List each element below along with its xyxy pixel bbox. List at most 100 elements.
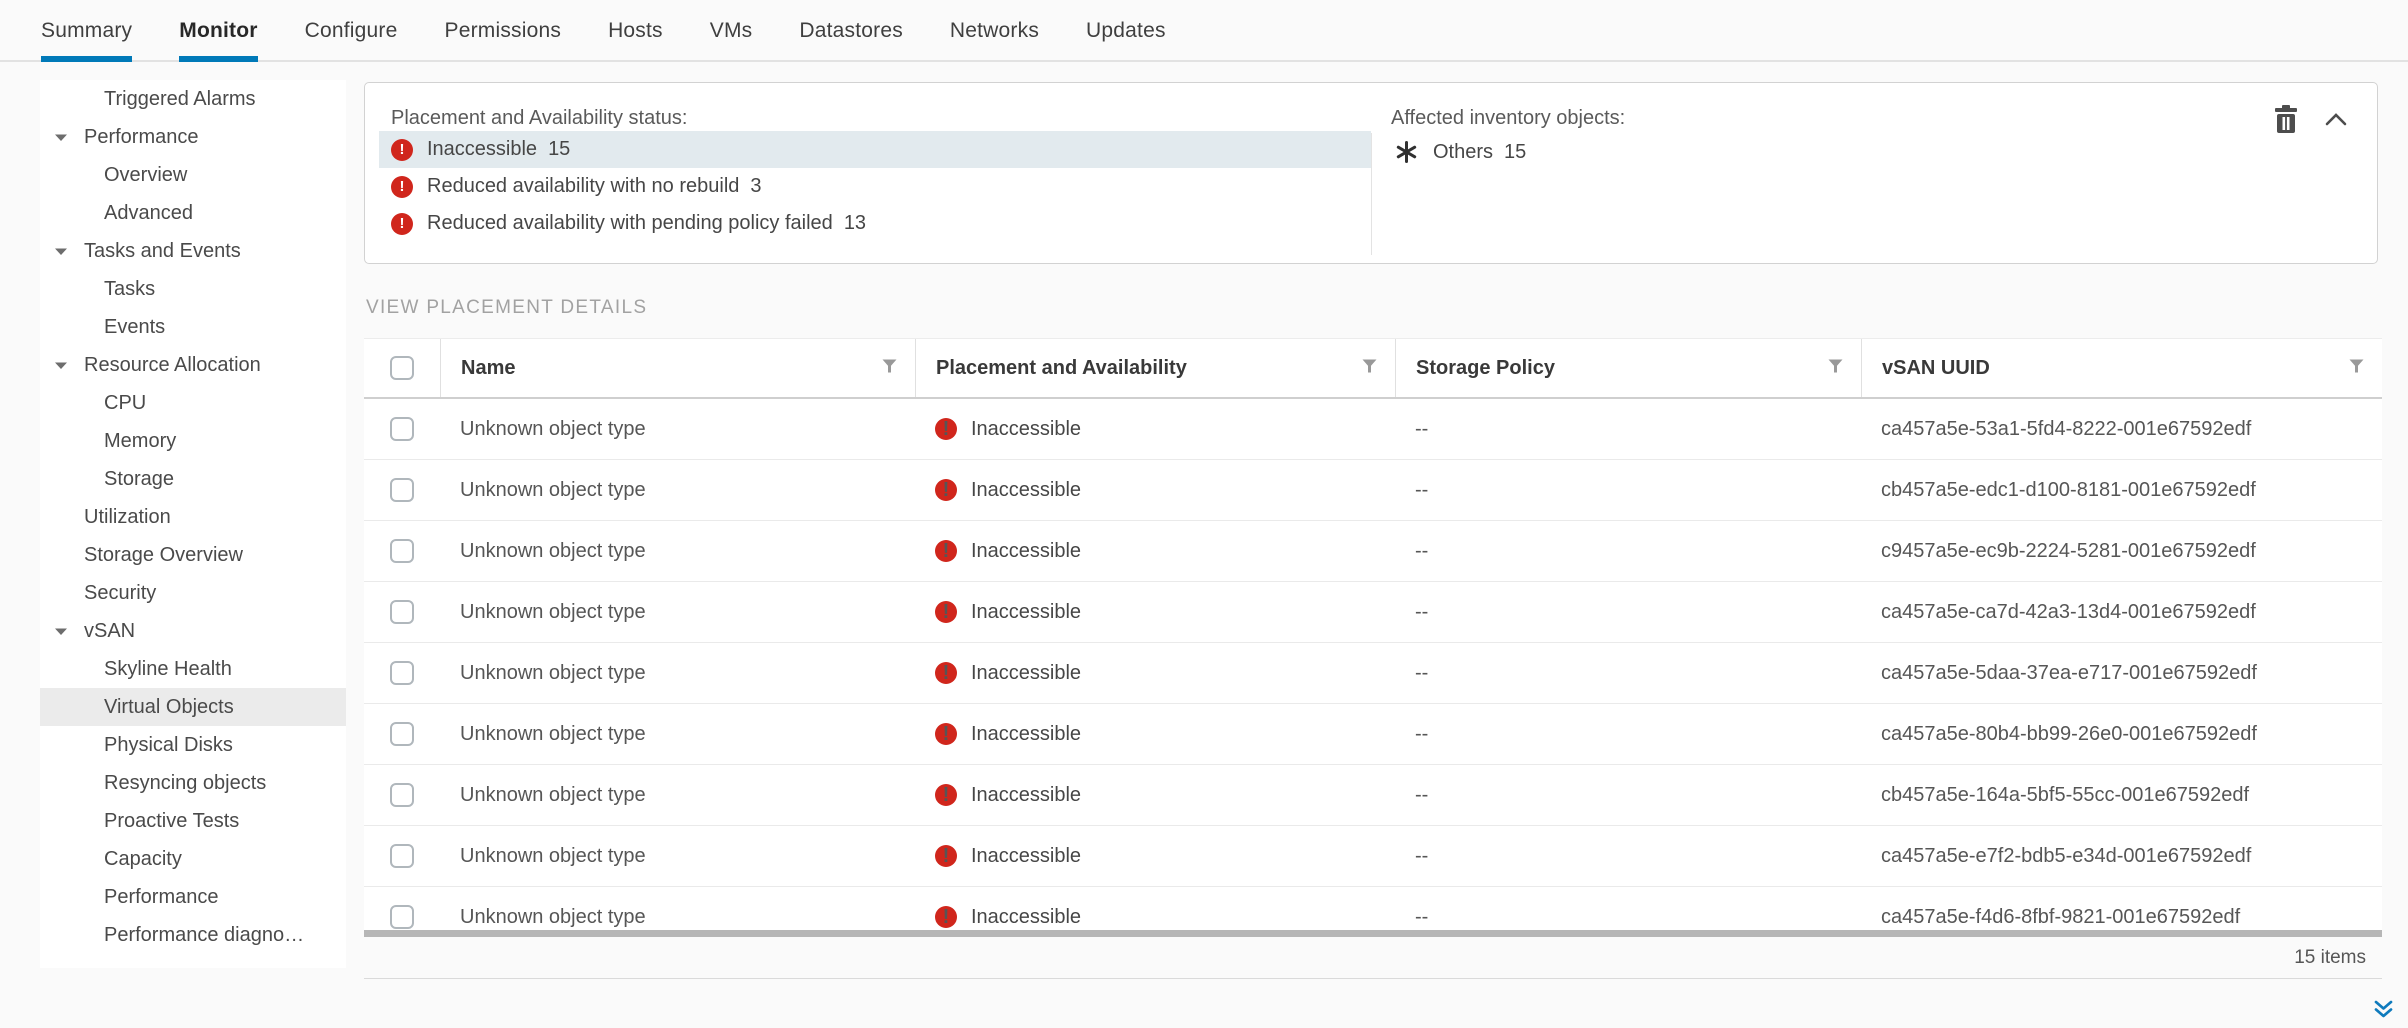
caret-down-icon[interactable] — [54, 133, 84, 142]
storage-policy-cell: -- — [1395, 662, 1861, 685]
storage-policy-cell: -- — [1395, 784, 1861, 807]
tab-updates[interactable]: Updates — [1086, 0, 1166, 62]
sidebar-item-tasks[interactable]: Tasks — [40, 270, 346, 308]
sidebar-item-resyncing-objects[interactable]: Resyncing objects — [40, 764, 346, 802]
column-header-storage-policy[interactable]: Storage Policy — [1395, 339, 1861, 397]
error-icon: ! — [391, 176, 413, 198]
vsan-uuid-cell: ca457a5e-e7f2-bdb5-e34d-001e67592edf — [1861, 845, 2382, 868]
vsan-uuid-cell: ca457a5e-80b4-bb99-26e0-001e67592edf — [1861, 723, 2382, 746]
error-icon: ! — [391, 139, 413, 161]
row-checkbox[interactable] — [390, 905, 414, 929]
sidebar-item-resource-allocation[interactable]: Resource Allocation — [40, 346, 346, 384]
sidebar-item-performance[interactable]: Performance — [40, 118, 346, 156]
tab-summary[interactable]: Summary — [41, 0, 132, 62]
sidebar-item-storage-overview[interactable]: Storage Overview — [40, 536, 346, 574]
table-header-row: Name Placement and Availability Storage … — [364, 338, 2382, 399]
sidebar-item-advanced[interactable]: Advanced — [40, 194, 346, 232]
row-checkbox[interactable] — [390, 661, 414, 685]
storage-policy-cell: -- — [1395, 418, 1861, 441]
tab-configure[interactable]: Configure — [305, 0, 398, 62]
sidebar-item-storage[interactable]: Storage — [40, 460, 346, 498]
sidebar-item-proactive-tests[interactable]: Proactive Tests — [40, 802, 346, 840]
delete-button[interactable] — [2273, 105, 2299, 133]
expand-bottom-panel-button[interactable] — [2373, 999, 2394, 1020]
vsan-uuid-cell: ca457a5e-5daa-37ea-e717-001e67592edf — [1861, 662, 2382, 685]
row-checkbox[interactable] — [390, 600, 414, 624]
table-row[interactable]: Unknown object type ! Inaccessible -- ca… — [364, 399, 2382, 460]
filter-icon[interactable] — [1362, 359, 1377, 378]
sidebar-item-tasks-and-events[interactable]: Tasks and Events — [40, 232, 346, 270]
caret-down-icon[interactable] — [54, 361, 84, 370]
table-row[interactable]: Unknown object type ! Inaccessible -- c9… — [364, 521, 2382, 582]
error-icon: ! — [935, 784, 957, 806]
error-icon: ! — [935, 906, 957, 928]
table-row[interactable]: Unknown object type ! Inaccessible -- cb… — [364, 460, 2382, 521]
collapse-panel-button[interactable] — [2325, 113, 2347, 126]
placement-availability-cell: ! Inaccessible — [915, 845, 1395, 868]
sidebar-item-performance-diagno[interactable]: Performance diagno… — [40, 916, 346, 954]
affected-row-others[interactable]: Others 15 — [1395, 135, 1526, 169]
vsan-uuid-cell: c9457a5e-ec9b-2224-5281-001e67592edf — [1861, 540, 2382, 563]
sidebar-item-cpu[interactable]: CPU — [40, 384, 346, 422]
row-checkbox-cell — [364, 905, 440, 929]
column-header-name[interactable]: Name — [440, 339, 915, 397]
table-row[interactable]: Unknown object type ! Inaccessible -- ca… — [364, 582, 2382, 643]
vsan-uuid-cell: ca457a5e-53a1-5fd4-8222-001e67592edf — [1861, 418, 2382, 441]
sidebar-item-performance[interactable]: Performance — [40, 878, 346, 916]
row-checkbox-cell — [364, 600, 440, 624]
name-cell: Unknown object type — [440, 601, 915, 624]
caret-down-icon[interactable] — [54, 627, 84, 636]
column-header-vsan-uuid[interactable]: vSAN UUID — [1861, 339, 2382, 397]
error-icon: ! — [935, 662, 957, 684]
double-chevron-down-icon — [2373, 1008, 2394, 1023]
tab-datastores[interactable]: Datastores — [799, 0, 903, 62]
sidebar-item-capacity[interactable]: Capacity — [40, 840, 346, 878]
status-row-reduced-availability-with-no-rebuild[interactable]: ! Reduced availability with no rebuild 3 — [379, 168, 1371, 205]
tab-networks[interactable]: Networks — [950, 0, 1039, 62]
row-checkbox[interactable] — [390, 539, 414, 563]
row-checkbox[interactable] — [390, 783, 414, 807]
sidebar-item-triggered-alarms[interactable]: Triggered Alarms — [40, 80, 346, 118]
status-row-inaccessible[interactable]: ! Inaccessible 15 — [379, 131, 1371, 168]
tab-vms[interactable]: VMs — [710, 0, 753, 62]
placement-availability-cell: ! Inaccessible — [915, 906, 1395, 929]
tab-monitor[interactable]: Monitor — [179, 0, 257, 62]
sidebar-item-vsan[interactable]: vSAN — [40, 612, 346, 650]
column-header-placement-and-availability[interactable]: Placement and Availability — [915, 339, 1395, 397]
filter-icon[interactable] — [882, 359, 897, 378]
vsan-uuid-cell: cb457a5e-164a-5bf5-55cc-001e67592edf — [1861, 784, 2382, 807]
storage-policy-cell: -- — [1395, 601, 1861, 624]
table-footer: 15 items — [364, 937, 2382, 979]
name-cell: Unknown object type — [440, 784, 915, 807]
horizontal-scrollbar[interactable] — [364, 930, 2382, 937]
filter-icon[interactable] — [1828, 359, 1843, 378]
table-row[interactable]: Unknown object type ! Inaccessible -- ca… — [364, 887, 2382, 930]
table-row[interactable]: Unknown object type ! Inaccessible -- ca… — [364, 704, 2382, 765]
sidebar-item-events[interactable]: Events — [40, 308, 346, 346]
status-list: ! Inaccessible 15 ! Reduced availability… — [379, 131, 1371, 242]
storage-policy-cell: -- — [1395, 479, 1861, 502]
tab-hosts[interactable]: Hosts — [608, 0, 663, 62]
sidebar-item-memory[interactable]: Memory — [40, 422, 346, 460]
filter-icon[interactable] — [2349, 359, 2364, 378]
tab-permissions[interactable]: Permissions — [445, 0, 562, 62]
select-all-cell — [364, 339, 440, 397]
row-checkbox[interactable] — [390, 417, 414, 441]
status-row-reduced-availability-with-pending-policy-failed[interactable]: ! Reduced availability with pending poli… — [379, 205, 1371, 242]
sidebar-item-security[interactable]: Security — [40, 574, 346, 612]
table-row[interactable]: Unknown object type ! Inaccessible -- cb… — [364, 765, 2382, 826]
name-cell: Unknown object type — [440, 906, 915, 929]
row-checkbox[interactable] — [390, 478, 414, 502]
row-checkbox[interactable] — [390, 722, 414, 746]
sidebar-item-utilization[interactable]: Utilization — [40, 498, 346, 536]
caret-down-icon[interactable] — [54, 247, 84, 256]
sidebar-item-skyline-health[interactable]: Skyline Health — [40, 650, 346, 688]
table-row[interactable]: Unknown object type ! Inaccessible -- ca… — [364, 826, 2382, 887]
table-row[interactable]: Unknown object type ! Inaccessible -- ca… — [364, 643, 2382, 704]
row-checkbox[interactable] — [390, 844, 414, 868]
sidebar-item-physical-disks[interactable]: Physical Disks — [40, 726, 346, 764]
sidebar-item-overview[interactable]: Overview — [40, 156, 346, 194]
sidebar-item-virtual-objects[interactable]: Virtual Objects — [40, 688, 346, 726]
items-count: 15 items — [2294, 947, 2366, 969]
select-all-checkbox[interactable] — [390, 356, 414, 380]
